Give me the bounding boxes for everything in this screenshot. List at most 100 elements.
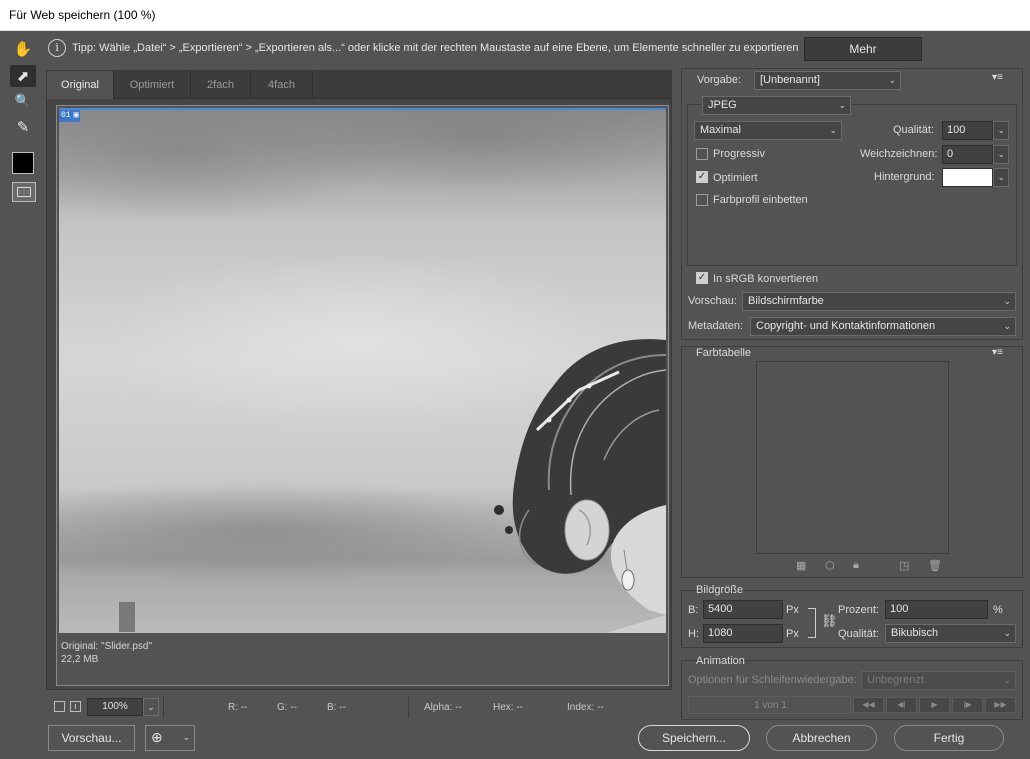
convert-srgb-checkbox[interactable]: ✓ <box>696 272 708 284</box>
loop-options-value: Unbegrenzt <box>867 674 924 686</box>
hex-value: Hex: -- <box>493 702 523 713</box>
slices-icon <box>17 187 31 197</box>
browser-preview-dropdown[interactable]: ⊕ ⌄ <box>145 725 195 751</box>
lock-color-icon[interactable]: 🔒︎ <box>853 559 859 572</box>
chevron-down-icon: ⌄ <box>997 172 1005 182</box>
tab-4up[interactable]: 4fach <box>251 71 313 99</box>
alpha-value: Alpha: -- <box>424 702 462 713</box>
preview-area: Original Optimiert 2fach 4fach 01 ▣ Orig… <box>46 70 672 690</box>
image-file-size: 22,2 MB <box>61 654 99 665</box>
link-proportions-icon[interactable]: ⛓︎ <box>821 613 838 629</box>
compression-quality-select[interactable]: Maximal ⌄ <box>694 121 842 140</box>
chevron-down-icon: ⌄ <box>997 149 1005 159</box>
width-label: B: <box>688 604 699 616</box>
file-format-select[interactable]: JPEG ⌄ <box>702 96 851 115</box>
zoom-in-icon[interactable] <box>70 701 81 712</box>
slice-select-tool-icon[interactable]: ⬈ <box>10 65 36 87</box>
map-to-transparent-icon[interactable]: ▦ <box>796 559 806 572</box>
animation-title: Animation <box>696 655 745 667</box>
tab-2up[interactable]: 2fach <box>191 71 251 99</box>
matte-dropdown[interactable]: ⌄ <box>993 168 1009 187</box>
new-color-icon[interactable]: ◳ <box>899 559 909 572</box>
chevron-down-icon: ⌄ <box>1003 628 1011 638</box>
preset-value: [Unbenannt] <box>760 74 820 86</box>
more-button[interactable]: Mehr <box>804 37 922 61</box>
progressive-checkbox[interactable] <box>696 148 708 160</box>
preview-label: Vorschau: <box>688 295 737 307</box>
previous-frame-icon[interactable]: ◀| <box>886 697 917 713</box>
zoom-tool-icon[interactable]: 🔍 <box>10 90 36 112</box>
percent-input[interactable]: 100 <box>885 600 988 619</box>
preview-image[interactable]: 01 ▣ <box>59 108 666 633</box>
chevron-down-icon: ⌄ <box>888 75 896 85</box>
height-input[interactable]: 1080 <box>703 624 783 643</box>
slice-number: 01 <box>61 111 71 120</box>
quality-dropdown[interactable]: ⌄ <box>993 121 1009 140</box>
tab-original[interactable]: Original <box>47 71 114 99</box>
tool-panel: ✋ ⬈ 🔍 ✎ <box>0 32 44 722</box>
tab-optimized[interactable]: Optimiert <box>114 71 191 99</box>
embed-profile-checkbox[interactable] <box>696 194 708 206</box>
blur-input[interactable]: 0 <box>942 145 993 164</box>
save-button[interactable]: Speichern... <box>638 725 750 751</box>
progressive-label: Progressiv <box>713 148 765 160</box>
zoom-dropdown-chevron-icon[interactable]: ⌄ <box>143 698 159 716</box>
play-icon[interactable]: ▶ <box>919 697 950 713</box>
image-frame: 01 ▣ Original: "Slider.psd" 22,2 MB <box>56 105 669 686</box>
green-value: G: -- <box>277 702 297 713</box>
frame-counter: 1 von 1 <box>754 700 787 711</box>
preview-button[interactable]: Vorschau... <box>48 725 135 751</box>
width-input[interactable]: 5400 <box>703 600 783 619</box>
first-frame-icon[interactable]: ◀◀ <box>853 697 884 713</box>
info-icon: i <box>48 39 66 57</box>
eyedropper-color-swatch[interactable] <box>12 152 34 174</box>
matte-color-swatch[interactable] <box>942 168 993 187</box>
toggle-slices-visibility-button[interactable] <box>12 182 36 202</box>
zoom-level-input[interactable]: 100% <box>87 698 143 716</box>
color-table-menu-icon[interactable]: ▾≡ <box>992 347 1003 358</box>
preset-label: Vorgabe: <box>697 74 742 86</box>
height-unit: Px <box>786 628 799 640</box>
blur-dropdown[interactable]: ⌄ <box>993 145 1009 164</box>
blue-value: B: -- <box>327 702 346 713</box>
eyedropper-tool-icon[interactable]: ✎ <box>10 116 36 138</box>
done-button[interactable]: Fertig <box>894 725 1004 751</box>
width-unit: Px <box>786 604 799 616</box>
chevron-down-icon: ⌄ <box>829 125 837 135</box>
hand-tool-icon[interactable]: ✋ <box>10 38 36 60</box>
red-value: R: -- <box>228 702 248 713</box>
constrain-bracket <box>808 608 816 638</box>
status-bar: 100% ⌄ R: -- G: -- B: -- Alpha: -- Hex: … <box>46 694 672 720</box>
optimized-checkbox[interactable]: ✓ <box>696 171 708 183</box>
color-table-grid[interactable] <box>756 361 949 554</box>
metadata-label: Metadaten: <box>688 320 744 332</box>
last-frame-icon[interactable]: ▶▶ <box>985 697 1016 713</box>
cancel-button[interactable]: Abbrechen <box>766 725 877 751</box>
loop-options-select[interactable]: Unbegrenzt ⌄ <box>861 671 1016 690</box>
chevron-down-icon: ⌄ <box>1003 296 1011 306</box>
quality-label: Qualität: <box>893 124 934 136</box>
resample-quality-select[interactable]: Bikubisch ⌄ <box>885 624 1016 643</box>
photo-illustration <box>59 110 666 633</box>
chevron-down-icon: ⌄ <box>182 732 190 742</box>
quality-input[interactable]: 100 <box>942 121 993 140</box>
web-shift-icon[interactable]: ⬡ <box>825 559 835 572</box>
window-title: Für Web speichern (100 %) <box>0 0 1030 31</box>
chevron-down-icon: ⌄ <box>1003 675 1011 685</box>
metadata-select[interactable]: Copyright- und Kontaktinformationen ⌄ <box>750 317 1016 336</box>
slice-badge: 01 ▣ <box>59 110 81 122</box>
loop-options-label: Optionen für Schleifenwiedergabe: <box>688 674 857 686</box>
index-value: Index: -- <box>567 702 604 713</box>
chevron-down-icon: ⌄ <box>997 125 1005 135</box>
image-info: Original: "Slider.psd" 22,2 MB <box>61 640 152 666</box>
preset-select[interactable]: [Unbenannt] ⌄ <box>754 71 901 90</box>
next-frame-icon[interactable]: |▶ <box>952 697 983 713</box>
delete-color-icon[interactable]: 🗑︎ <box>928 559 942 572</box>
height-label: H: <box>688 628 699 640</box>
percent-label: Prozent: <box>838 604 879 616</box>
settings-menu-icon[interactable]: ▾≡ <box>992 72 1003 83</box>
tip-text: Tipp: Wähle „Datei“ > „Exportieren“ > „E… <box>72 42 799 54</box>
preview-color-select[interactable]: Bildschirmfarbe ⌄ <box>742 292 1016 311</box>
zoom-out-icon[interactable] <box>54 701 65 712</box>
chevron-down-icon: ⌄ <box>1003 321 1011 331</box>
